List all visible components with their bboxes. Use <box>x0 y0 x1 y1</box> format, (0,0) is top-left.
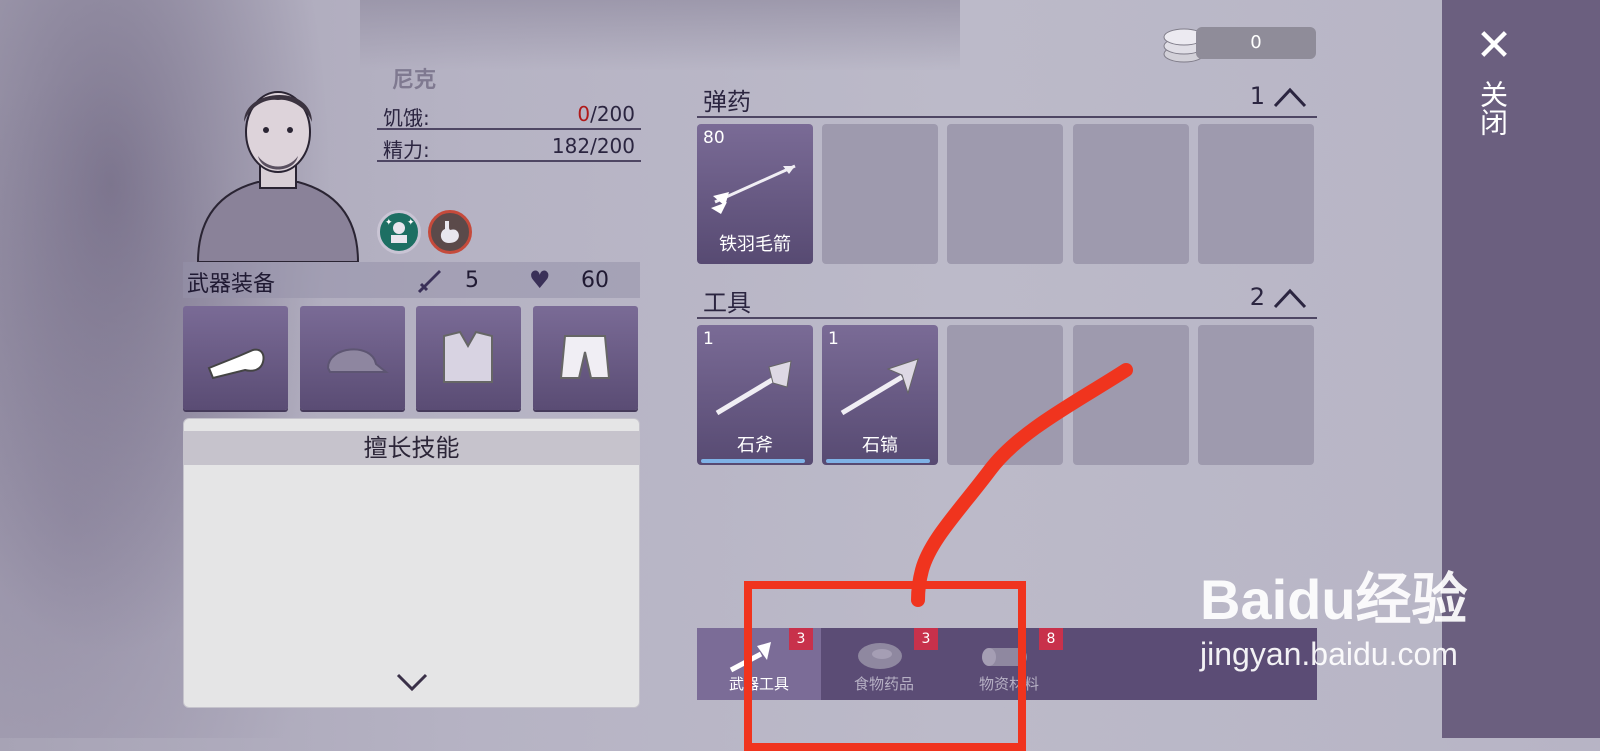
item-name: 石斧 <box>737 435 773 456</box>
empty-slot[interactable] <box>1198 124 1314 264</box>
ammo-section-header: 弹药 1 <box>697 80 1317 118</box>
inventory-slot[interactable]: 1 石镐 <box>822 325 938 465</box>
inventory-slot[interactable]: 1 石斧 <box>697 325 813 465</box>
cap-icon[interactable] <box>300 306 405 410</box>
equipment-title: 武器装备 <box>187 272 276 297</box>
arrow-icon <box>711 164 796 214</box>
heart-icon: ♥ <box>529 266 551 294</box>
close-label[interactable]: 关闭 <box>1476 80 1509 136</box>
watermark-logo: Baidu经验 <box>1200 568 1468 631</box>
item-quantity: 80 <box>703 128 725 148</box>
tools-section-header: 工具 2 <box>697 281 1317 319</box>
sword-icon <box>417 268 443 300</box>
svg-text:✦: ✦ <box>385 218 393 228</box>
hunger-label: 饥饿: <box>383 106 430 130</box>
character-name: 尼克 <box>392 68 437 93</box>
character-portrait <box>196 91 360 262</box>
empty-slot[interactable] <box>1073 325 1189 465</box>
item-quantity: 1 <box>703 329 714 349</box>
sparkle-person-icon[interactable]: ✦ ✦ <box>377 210 421 254</box>
item-name: 石镐 <box>862 435 898 456</box>
watermark: Baidu经验 jingyan.baidu.com <box>1200 555 1468 673</box>
tools-count: 2 <box>1249 283 1265 311</box>
hunger-value: 0/200 <box>577 102 635 126</box>
energy-label: 精力: <box>383 138 430 162</box>
health-value: 60 <box>581 268 609 293</box>
shirt-icon[interactable] <box>416 306 521 410</box>
background-shelter <box>360 0 960 70</box>
durability-bar <box>701 459 805 463</box>
skills-panel: 擅长技能 <box>183 418 640 708</box>
close-icon[interactable]: ✕ <box>1474 24 1514 68</box>
inventory-slot[interactable]: 80 铁羽毛箭 <box>697 124 813 264</box>
tools-title: 工具 <box>703 289 751 317</box>
empty-slot[interactable] <box>822 124 938 264</box>
empty-slot[interactable] <box>1073 124 1189 264</box>
chevron-down-icon[interactable] <box>396 671 428 695</box>
stomach-icon[interactable] <box>428 210 472 254</box>
durability-bar <box>826 459 930 463</box>
skills-title: 擅长技能 <box>184 431 639 465</box>
energy-value: 182/200 <box>551 134 635 158</box>
empty-slot[interactable] <box>947 325 1063 465</box>
watermark-url: jingyan.baidu.com <box>1200 636 1458 672</box>
svg-text:✦: ✦ <box>407 218 415 228</box>
energy-row: 精力: 182/200 <box>377 132 641 162</box>
ammo-count: 1 <box>1249 82 1265 110</box>
shorts-icon[interactable] <box>533 306 638 410</box>
currency-value: 0 <box>1196 27 1316 59</box>
fist-icon[interactable] <box>183 306 288 410</box>
stone-pickaxe-icon <box>840 358 919 416</box>
ammo-title: 弹药 <box>703 88 751 116</box>
stone-axe-icon <box>715 360 792 416</box>
chevron-up-icon[interactable] <box>1273 285 1307 311</box>
attack-value: 5 <box>465 268 479 293</box>
hunger-row: 饥饿: 0/200 <box>377 100 641 130</box>
equipment-header: 武器装备 5 ♥ 60 <box>183 262 640 298</box>
item-quantity: 1 <box>828 329 839 349</box>
annotation-box <box>744 581 1026 751</box>
empty-slot[interactable] <box>1198 325 1314 465</box>
tab-badge: 8 <box>1039 628 1063 650</box>
empty-slot[interactable] <box>947 124 1063 264</box>
chevron-up-icon[interactable] <box>1273 84 1307 110</box>
item-name: 铁羽毛箭 <box>719 234 791 255</box>
